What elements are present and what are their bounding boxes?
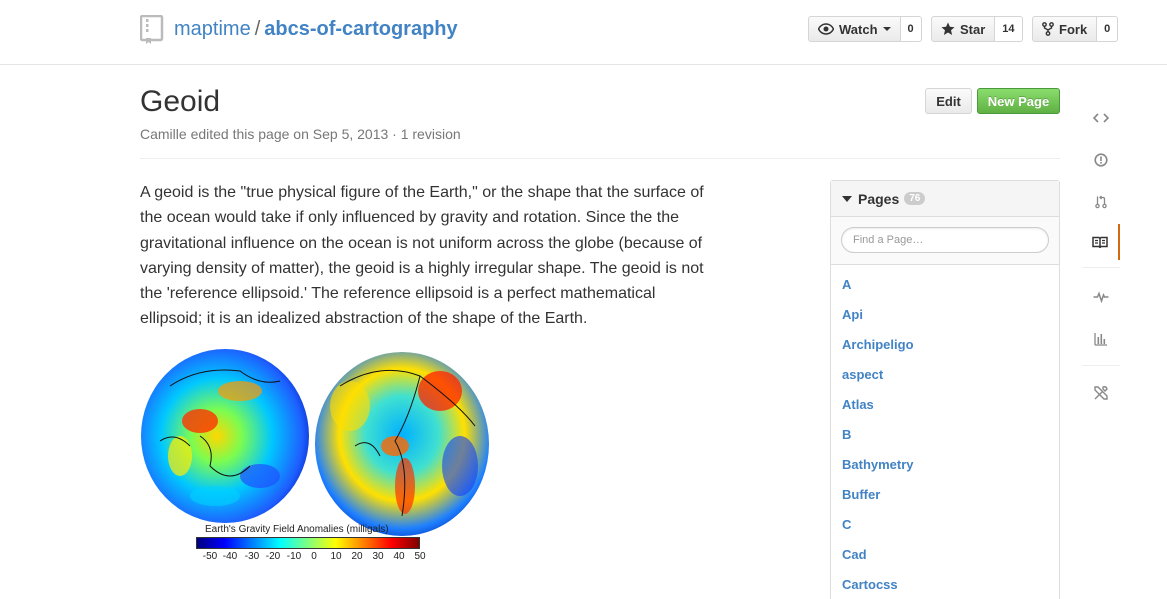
page-link[interactable]: B bbox=[831, 419, 1059, 449]
title-divider bbox=[140, 158, 1060, 159]
repo-title: maptime / abcs-of-cartography bbox=[174, 17, 458, 41]
colorbar-tick: 20 bbox=[351, 551, 363, 562]
repo-name-link[interactable]: abcs-of-cartography bbox=[264, 18, 457, 40]
watch-count[interactable]: 0 bbox=[900, 16, 922, 42]
colorbar-tick: -30 bbox=[244, 551, 260, 562]
repo-book-icon bbox=[140, 15, 164, 44]
page-title: Geoid bbox=[140, 85, 221, 118]
repo-separator: / bbox=[254, 18, 261, 40]
edit-button[interactable]: Edit bbox=[925, 88, 972, 114]
star-button[interactable]: Star bbox=[931, 16, 996, 42]
pages-count-badge: 76 bbox=[904, 192, 926, 205]
colorbar-tick: 30 bbox=[372, 551, 384, 562]
article-body: A geoid is the "true physical figure of … bbox=[140, 184, 704, 328]
page-link[interactable]: Cad bbox=[831, 539, 1059, 569]
colorbar-tick: -10 bbox=[286, 551, 302, 562]
star-label: Star bbox=[960, 21, 986, 37]
colorbar-ticks: -50 -40 -30 -20 -10 0 10 20 30 40 50 bbox=[196, 551, 426, 563]
page-link[interactable]: C bbox=[831, 509, 1059, 539]
colorbar bbox=[196, 537, 420, 549]
page-link[interactable]: Buffer bbox=[831, 479, 1059, 509]
page-meta: Camille edited this page on Sep 5, 2013 … bbox=[140, 126, 461, 142]
colorbar-tick: -40 bbox=[222, 551, 238, 562]
page-search-container bbox=[831, 217, 1059, 265]
issues-icon[interactable] bbox=[1082, 142, 1120, 178]
pages-heading: Pages bbox=[858, 190, 900, 207]
fork-icon bbox=[1042, 22, 1054, 36]
graphs-icon[interactable] bbox=[1082, 321, 1120, 357]
fork-group: Fork 0 bbox=[1032, 16, 1119, 42]
page-link[interactable]: A bbox=[831, 269, 1059, 299]
star-count[interactable]: 14 bbox=[995, 16, 1023, 42]
page-list: A Api Archipeligo aspect Atlas B Bathyme… bbox=[831, 265, 1059, 599]
rail-divider bbox=[1082, 365, 1120, 366]
page-link[interactable]: Cartocss bbox=[831, 569, 1059, 599]
colorbar-title: Earth's Gravity Field Anomalies (milliga… bbox=[205, 524, 389, 535]
colorbar-tick: 0 bbox=[311, 551, 317, 562]
fork-button[interactable]: Fork bbox=[1032, 16, 1098, 42]
watch-button[interactable]: Watch bbox=[808, 16, 901, 42]
eye-icon bbox=[818, 23, 834, 35]
star-group: Star 14 bbox=[931, 16, 1023, 42]
fork-label: Fork bbox=[1059, 21, 1088, 37]
page-link[interactable]: Archipeligo bbox=[831, 329, 1059, 359]
repo-header: maptime / abcs-of-cartography Watch 0 Star… bbox=[0, 0, 1167, 65]
watch-group: Watch 0 bbox=[808, 16, 922, 42]
star-icon bbox=[941, 22, 955, 35]
page-link[interactable]: aspect bbox=[831, 359, 1059, 389]
new-page-button[interactable]: New Page bbox=[977, 88, 1060, 114]
find-page-input[interactable] bbox=[841, 227, 1049, 253]
pages-header[interactable]: Pages 76 bbox=[831, 181, 1059, 217]
watch-label: Watch bbox=[839, 21, 878, 37]
code-icon[interactable] bbox=[1082, 100, 1120, 136]
colorbar-tick: 50 bbox=[414, 551, 426, 562]
colorbar-tick: -50 bbox=[202, 551, 218, 562]
page-link[interactable]: Bathymetry bbox=[831, 449, 1059, 479]
pages-sidebar: Pages 76 A Api Archipeligo aspect Atlas … bbox=[830, 180, 1060, 599]
fork-count[interactable]: 0 bbox=[1097, 16, 1119, 42]
repo-nav-rail bbox=[1082, 97, 1122, 427]
chevron-down-icon bbox=[882, 27, 891, 31]
page-link[interactable]: Atlas bbox=[831, 389, 1059, 419]
repo-owner-link[interactable]: maptime bbox=[174, 18, 251, 40]
colorbar-tick: -20 bbox=[265, 551, 281, 562]
caret-down-icon bbox=[842, 195, 852, 202]
colorbar-tick: 10 bbox=[330, 551, 342, 562]
page-link[interactable]: Api bbox=[831, 299, 1059, 329]
wiki-icon[interactable] bbox=[1082, 224, 1120, 260]
settings-icon[interactable] bbox=[1082, 375, 1120, 411]
pulse-icon[interactable] bbox=[1082, 279, 1120, 315]
pull-requests-icon[interactable] bbox=[1082, 184, 1120, 220]
rail-divider bbox=[1082, 267, 1120, 268]
colorbar-tick: 40 bbox=[393, 551, 405, 562]
